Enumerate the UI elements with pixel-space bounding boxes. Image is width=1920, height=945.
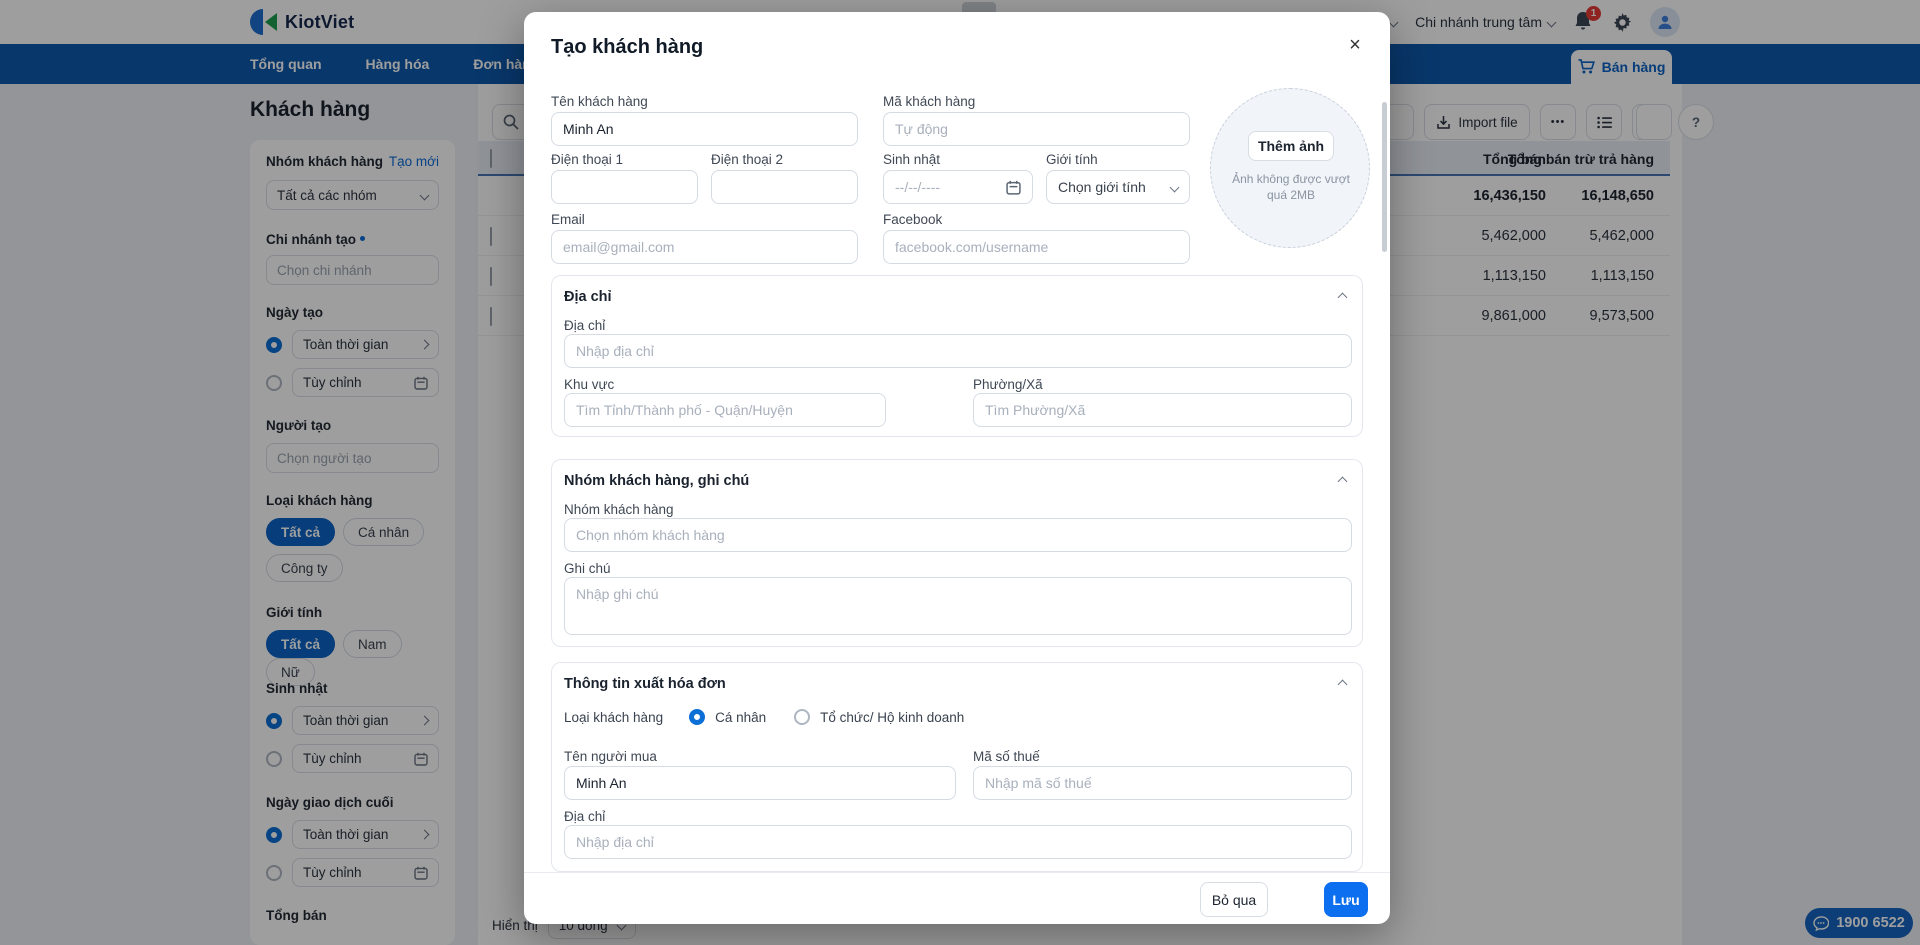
facebook-label: Facebook: [883, 212, 942, 227]
birthday-input[interactable]: --/--/----: [883, 170, 1033, 204]
note-label: Ghi chú: [564, 561, 611, 576]
birthday-label: Sinh nhật: [883, 152, 940, 167]
cancel-button[interactable]: Bỏ qua: [1200, 882, 1268, 917]
note-textarea[interactable]: Nhập ghi chú: [564, 577, 1352, 635]
name-value: Minh An: [563, 121, 614, 137]
photo-hint: Ảnh không được vượt quá 2MB: [1221, 171, 1361, 203]
calendar-icon[interactable]: [1006, 180, 1021, 195]
code-placeholder: Tự động: [895, 121, 948, 137]
address-label: Địa chỉ: [564, 318, 605, 333]
invoice-type-organization-radio[interactable]: [794, 709, 810, 725]
tax-code-label: Mã số thuế: [973, 749, 1040, 764]
region-input[interactable]: Tìm Tỉnh/Thành phố - Quận/Huyện: [564, 393, 886, 427]
tax-code-placeholder: Nhập mã số thuế: [985, 775, 1092, 791]
name-label: Tên khách hàng: [551, 94, 648, 109]
gender-value: Chọn giới tính: [1058, 179, 1146, 195]
invoice-type-personal-radio[interactable]: [689, 709, 705, 725]
buyer-name-input[interactable]: Minh An: [564, 766, 956, 800]
phone1-input[interactable]: [551, 170, 698, 204]
gender-select[interactable]: Chọn giới tính: [1046, 170, 1190, 204]
birthday-placeholder: --/--/----: [895, 179, 940, 195]
invoice-section-title: Thông tin xuất hóa đơn: [564, 676, 726, 692]
region-placeholder: Tìm Tỉnh/Thành phố - Quận/Huyện: [576, 402, 793, 418]
create-customer-modal: Tạo khách hàng × Tên khách hàng Minh An …: [524, 12, 1390, 924]
customer-group-placeholder: Chọn nhóm khách hàng: [576, 527, 725, 543]
customer-group-input[interactable]: Chọn nhóm khách hàng: [564, 518, 1352, 552]
address-input[interactable]: Nhập địa chỉ: [564, 334, 1352, 368]
gender-label: Giới tính: [1046, 152, 1098, 167]
facebook-input[interactable]: facebook.com/username: [883, 230, 1190, 264]
invoice-info-section: Thông tin xuất hóa đơn Loại khách hàng C…: [551, 662, 1363, 872]
invoice-address-input[interactable]: Nhập địa chỉ: [564, 825, 1352, 859]
customer-group-label: Nhóm khách hàng: [564, 502, 674, 517]
address-section: Địa chỉ Địa chỉ Nhập địa chỉ Khu vực Tìm…: [551, 275, 1363, 437]
invoice-type-personal-label: Cá nhân: [715, 710, 766, 725]
buyer-name-value: Minh An: [576, 775, 627, 791]
add-photo-button[interactable]: Thêm ảnh: [1248, 131, 1334, 161]
region-label: Khu vực: [564, 377, 614, 392]
group-note-section: Nhóm khách hàng, ghi chú Nhóm khách hàng…: [551, 459, 1363, 647]
save-button[interactable]: Lưu: [1324, 882, 1368, 917]
customer-photo-area: Thêm ảnh Ảnh không được vượt quá 2MB: [1210, 88, 1370, 248]
modal-scrollbar[interactable]: [1382, 102, 1387, 252]
collapse-icon[interactable]: [1338, 293, 1348, 303]
phone2-input[interactable]: [711, 170, 858, 204]
facebook-placeholder: facebook.com/username: [895, 239, 1048, 255]
invoice-type-organization-label: Tổ chức/ Hộ kinh doanh: [820, 710, 964, 725]
close-icon[interactable]: ×: [1342, 32, 1368, 58]
invoice-address-label: Địa chỉ: [564, 809, 605, 824]
buyer-name-label: Tên người mua: [564, 749, 657, 764]
invoice-type-label: Loại khách hàng: [564, 710, 663, 725]
note-placeholder: Nhập ghi chú: [576, 586, 659, 602]
collapse-icon[interactable]: [1338, 680, 1348, 690]
phone1-label: Điện thoại 1: [551, 152, 623, 167]
modal-title: Tạo khách hàng: [551, 36, 703, 59]
collapse-icon[interactable]: [1338, 477, 1348, 487]
email-placeholder: email@gmail.com: [563, 239, 674, 255]
ward-placeholder: Tìm Phường/Xã: [985, 402, 1085, 418]
name-input[interactable]: Minh An: [551, 112, 858, 146]
ward-input[interactable]: Tìm Phường/Xã: [973, 393, 1352, 427]
ward-label: Phường/Xã: [973, 377, 1043, 392]
address-section-title: Địa chỉ: [564, 289, 612, 305]
email-label: Email: [551, 212, 585, 227]
invoice-address-placeholder: Nhập địa chỉ: [576, 834, 654, 850]
code-label: Mã khách hàng: [883, 94, 975, 109]
modal-footer: Bỏ qua Lưu: [524, 872, 1390, 924]
group-note-section-title: Nhóm khách hàng, ghi chú: [564, 473, 749, 489]
email-input[interactable]: email@gmail.com: [551, 230, 858, 264]
tax-code-input[interactable]: Nhập mã số thuế: [973, 766, 1352, 800]
chevron-down-icon: [1170, 182, 1180, 192]
phone2-label: Điện thoại 2: [711, 152, 783, 167]
code-input[interactable]: Tự động: [883, 112, 1190, 146]
address-placeholder: Nhập địa chỉ: [576, 343, 654, 359]
